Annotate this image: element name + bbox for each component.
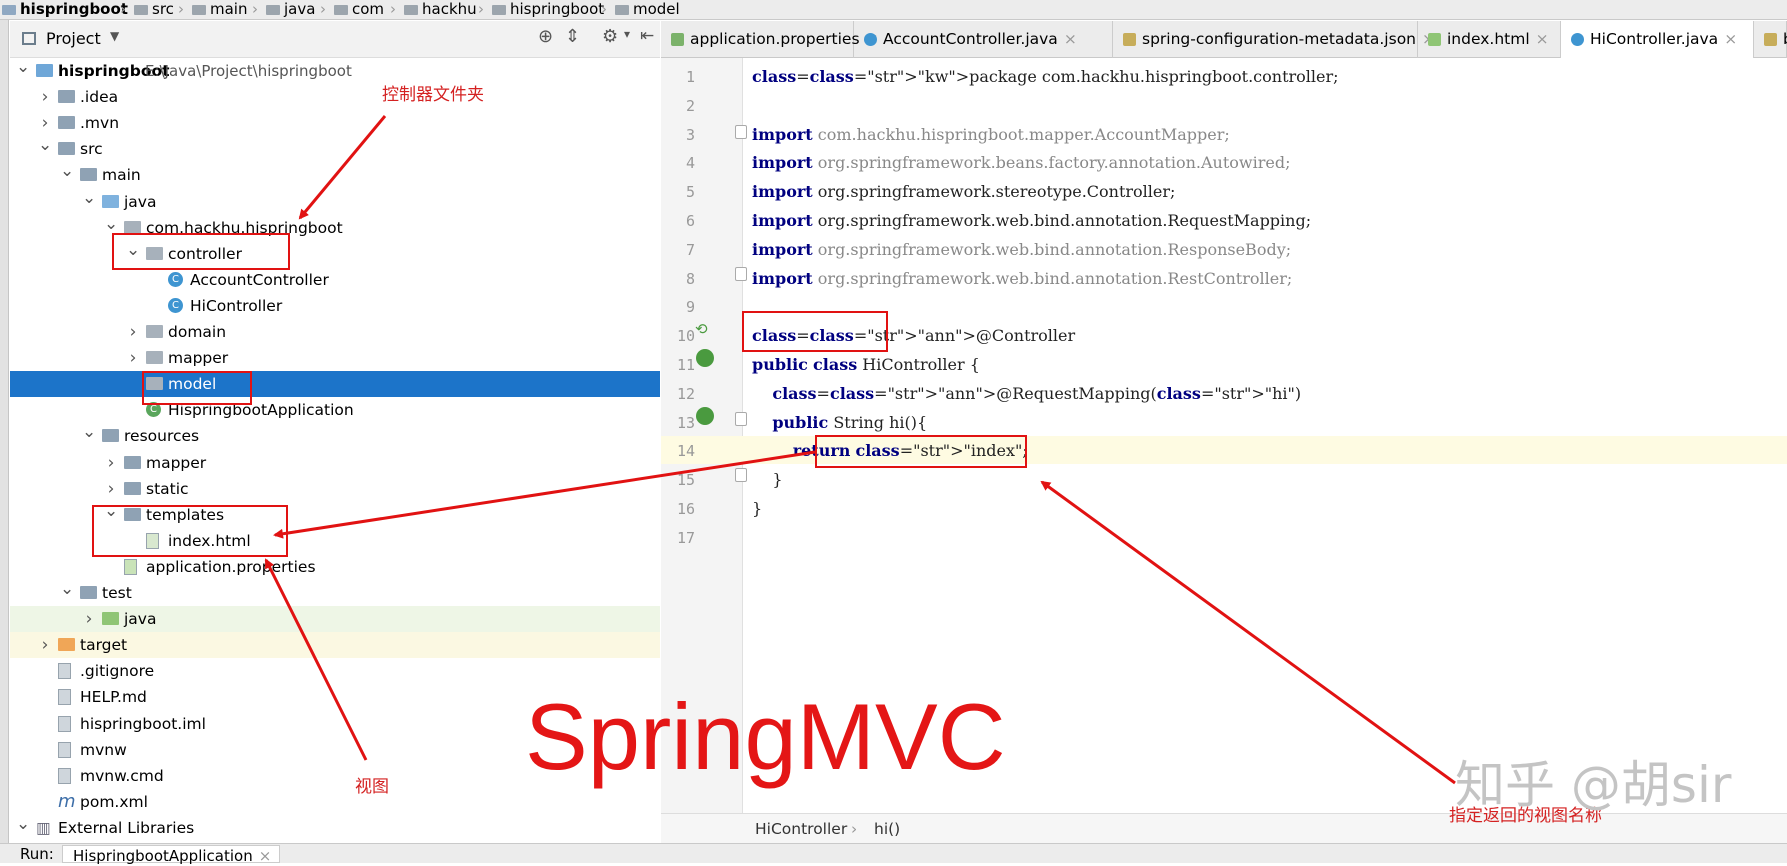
watermark: 知乎 @胡sir (1455, 756, 1732, 814)
arrow-to-view (273, 450, 816, 539)
controller-folder-note: 控制器文件夹 (382, 85, 484, 105)
springmvc-title: SpringMVC (525, 684, 1006, 789)
arrow-to-controller (298, 115, 387, 220)
arrow-to-return (1040, 480, 1456, 785)
arrow-from-view-label (264, 558, 368, 761)
view-note: 视图 (355, 777, 389, 797)
